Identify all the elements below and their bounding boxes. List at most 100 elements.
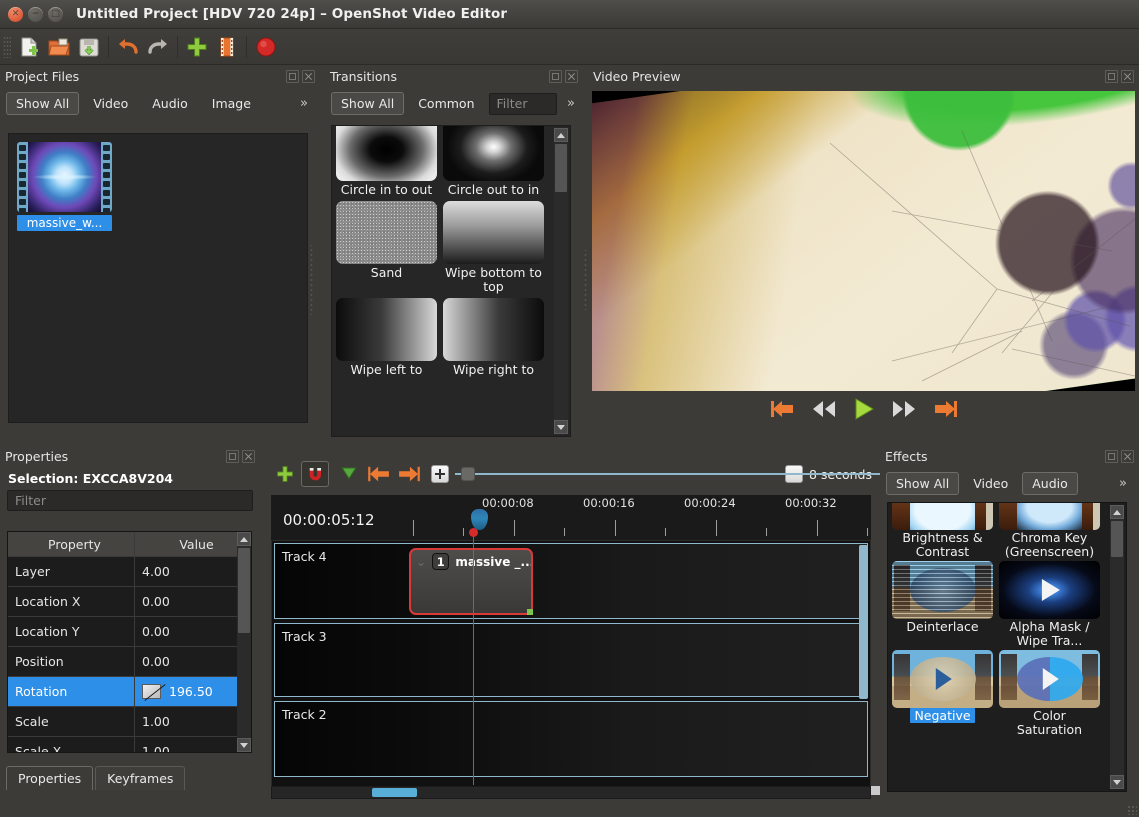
close-panel-icon[interactable] bbox=[1121, 450, 1134, 463]
transitions-grid[interactable]: Circle in to out Circle out to in Sand W… bbox=[331, 125, 571, 437]
undo-button[interactable] bbox=[113, 32, 143, 62]
record-button[interactable] bbox=[251, 32, 281, 62]
timeline-track[interactable]: Track 2 bbox=[274, 701, 868, 777]
table-row[interactable]: Layer 4.00 bbox=[8, 557, 251, 587]
filter-show-all[interactable]: Show All bbox=[6, 92, 79, 115]
filter-video[interactable]: Video bbox=[83, 92, 138, 115]
effect-item[interactable]: Color Saturation bbox=[999, 650, 1100, 737]
next-marker-button[interactable] bbox=[395, 461, 423, 487]
property-value-cell[interactable]: 196.50 bbox=[135, 677, 251, 706]
zoom-slider[interactable] bbox=[455, 465, 779, 483]
scroll-up-arrow-icon[interactable] bbox=[1110, 505, 1124, 519]
zoom-in-button[interactable] bbox=[431, 465, 449, 483]
properties-scrollbar[interactable] bbox=[237, 532, 251, 752]
chevron-more-icon[interactable]: » bbox=[565, 96, 577, 111]
minimize-button[interactable]: − bbox=[28, 7, 43, 22]
table-row[interactable]: Location Y 0.00 bbox=[8, 617, 251, 647]
import-files-button[interactable] bbox=[182, 32, 212, 62]
tab-properties[interactable]: Properties bbox=[6, 766, 93, 790]
keyframe-swatch-icon[interactable] bbox=[142, 684, 161, 699]
scrollbar-thumb[interactable] bbox=[859, 545, 868, 699]
table-row[interactable]: Position 0.00 bbox=[8, 647, 251, 677]
timeline-resize-grip[interactable] bbox=[871, 786, 880, 795]
close-panel-icon[interactable] bbox=[565, 70, 578, 83]
play-button[interactable] bbox=[853, 398, 875, 420]
effects-scrollbar[interactable] bbox=[1110, 505, 1124, 789]
scrollbar-thumb[interactable] bbox=[1111, 521, 1123, 557]
window-resize-grip[interactable] bbox=[1127, 805, 1137, 815]
scroll-down-arrow-icon[interactable] bbox=[1110, 775, 1124, 789]
transition-item[interactable]: Circle in to out bbox=[336, 125, 437, 197]
chevron-down-icon[interactable]: ⌄ bbox=[416, 555, 426, 569]
redo-button[interactable] bbox=[143, 32, 173, 62]
table-row[interactable]: Scale X 1.00 bbox=[8, 737, 251, 753]
list-item[interactable]: massive_w... bbox=[17, 142, 112, 231]
transitions-search-input[interactable]: Filter bbox=[489, 93, 557, 115]
timeline-track[interactable]: Track 3 bbox=[274, 623, 868, 697]
effects-filter-show-all[interactable]: Show All bbox=[886, 472, 959, 495]
export-video-button[interactable] bbox=[212, 32, 242, 62]
scroll-up-arrow-icon[interactable] bbox=[554, 128, 568, 142]
close-button[interactable]: ✕ bbox=[8, 7, 23, 22]
effects-filter-audio[interactable]: Audio bbox=[1022, 472, 1078, 495]
transition-item[interactable]: Wipe bottom to top bbox=[443, 201, 544, 294]
close-panel-icon[interactable] bbox=[242, 450, 255, 463]
timeline-ruler[interactable]: 00:00:05:12 00:00:08 00:00:16 00:00:24 0… bbox=[271, 495, 871, 540]
open-project-button[interactable] bbox=[44, 32, 74, 62]
float-panel-icon[interactable] bbox=[549, 70, 562, 83]
add-track-button[interactable] bbox=[271, 461, 299, 487]
jump-to-end-button[interactable] bbox=[933, 399, 957, 419]
timeline-clip[interactable]: ⌄ 1 massive _... bbox=[409, 548, 533, 615]
effects-grid[interactable]: Brightness & Contrast Chroma Key (Greens… bbox=[887, 502, 1127, 792]
scroll-up-arrow-icon[interactable] bbox=[237, 532, 251, 546]
timeline-horizontal-scrollbar[interactable] bbox=[271, 786, 871, 799]
transitions-scrollbar[interactable] bbox=[554, 128, 568, 434]
property-value[interactable]: 0.00 bbox=[135, 587, 251, 616]
close-panel-icon[interactable] bbox=[302, 70, 315, 83]
float-panel-icon[interactable] bbox=[1105, 70, 1118, 83]
video-preview-stage[interactable] bbox=[592, 91, 1135, 391]
playhead-handle[interactable] bbox=[471, 509, 488, 530]
chevron-more-icon[interactable]: » bbox=[1113, 476, 1133, 491]
property-value[interactable]: 1.00 bbox=[135, 737, 251, 753]
table-row[interactable]: Location X 0.00 bbox=[8, 587, 251, 617]
effect-item[interactable]: Alpha Mask / Wipe Tra... bbox=[999, 561, 1100, 648]
effect-item[interactable]: Chroma Key (Greenscreen) bbox=[999, 502, 1100, 559]
property-value[interactable]: 0.00 bbox=[135, 647, 251, 676]
transitions-filter-common[interactable]: Common bbox=[408, 92, 484, 115]
razor-tool-button[interactable] bbox=[335, 461, 363, 487]
transition-item[interactable]: Sand bbox=[336, 201, 437, 294]
effect-item[interactable]: Brightness & Contrast bbox=[892, 502, 993, 559]
properties-table[interactable]: Property Value Layer 4.00 Location X 0.0… bbox=[7, 531, 252, 753]
fast-forward-button[interactable] bbox=[892, 400, 916, 418]
property-value[interactable]: 4.00 bbox=[135, 557, 251, 586]
panel-splitter-handle[interactable] bbox=[306, 245, 316, 315]
snapping-button[interactable] bbox=[301, 461, 329, 487]
effect-item[interactable]: Deinterlace bbox=[892, 561, 993, 648]
timeline-vertical-scrollbar[interactable] bbox=[859, 543, 868, 787]
float-panel-icon[interactable] bbox=[226, 450, 239, 463]
scrollbar-thumb[interactable] bbox=[555, 144, 567, 192]
filter-audio[interactable]: Audio bbox=[142, 92, 198, 115]
chevron-more-icon[interactable]: » bbox=[294, 96, 314, 111]
tab-keyframes[interactable]: Keyframes bbox=[95, 766, 185, 790]
save-project-button[interactable] bbox=[74, 32, 104, 62]
transition-item[interactable]: Wipe right to bbox=[443, 298, 544, 377]
timeline-track[interactable]: Track 4 ⌄ 1 massive _... bbox=[274, 543, 868, 619]
scrollbar-thumb[interactable] bbox=[238, 548, 250, 633]
maximize-button[interactable]: □ bbox=[48, 7, 63, 22]
project-files-list[interactable]: massive_w... bbox=[8, 133, 308, 423]
timeline-tracks[interactable]: Track 4 ⌄ 1 massive _... Track 3 Track 2 bbox=[271, 540, 871, 790]
float-panel-icon[interactable] bbox=[286, 70, 299, 83]
new-project-button[interactable] bbox=[14, 32, 44, 62]
clip-resize-handle[interactable] bbox=[527, 609, 533, 615]
toolbar-grip[interactable] bbox=[3, 36, 11, 58]
float-panel-icon[interactable] bbox=[1105, 450, 1118, 463]
scrollbar-thumb[interactable] bbox=[372, 788, 417, 797]
scroll-down-arrow-icon[interactable] bbox=[237, 738, 251, 752]
properties-filter-input[interactable]: Filter bbox=[7, 490, 253, 511]
table-row[interactable]: Scale 1.00 bbox=[8, 707, 251, 737]
effect-item[interactable]: Negative bbox=[892, 650, 993, 737]
property-value[interactable]: 0.00 bbox=[135, 617, 251, 646]
filter-image[interactable]: Image bbox=[202, 92, 261, 115]
